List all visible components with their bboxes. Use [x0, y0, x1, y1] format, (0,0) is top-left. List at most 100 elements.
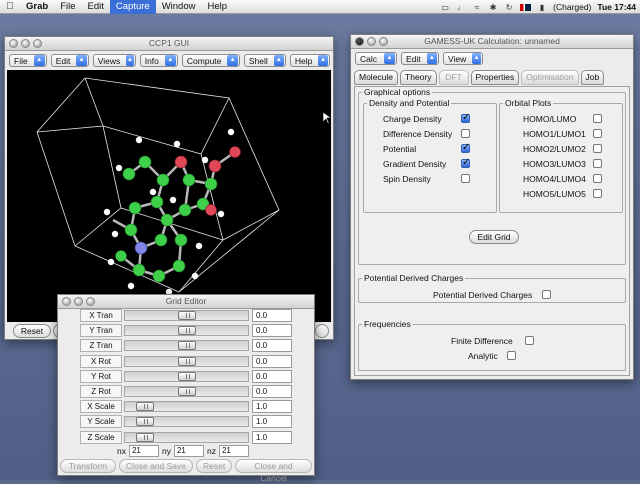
grid-row-value-field[interactable]: 0.0: [252, 354, 292, 368]
nx-input[interactable]: 21: [128, 445, 159, 457]
grid-row-value-field[interactable]: 0.0: [252, 369, 292, 383]
close-button[interactable]: [62, 297, 71, 306]
gamess-edit-menu[interactable]: Edit ▲: [401, 52, 439, 65]
menu-app-name[interactable]: Grab: [20, 0, 54, 14]
slider-thumb[interactable]: [178, 311, 196, 320]
edit-grid-button[interactable]: Edit Grid: [469, 230, 519, 244]
menu-help[interactable]: Help: [201, 0, 233, 14]
grid-row-slider[interactable]: [124, 416, 249, 428]
grid-row-value-field[interactable]: 0.0: [252, 339, 292, 353]
minimize-button[interactable]: [21, 39, 30, 48]
gamess-calc-menu[interactable]: Calc ▲: [355, 52, 397, 65]
grid-row-value-field[interactable]: 0.0: [252, 324, 292, 338]
slider-thumb[interactable]: [178, 387, 196, 396]
ccp1-edit-menu[interactable]: Edit ▲: [50, 54, 89, 67]
ccp1-views-menu[interactable]: Views ▲: [92, 54, 136, 67]
volume-icon[interactable]: ♩: [456, 3, 466, 12]
close-and-cancel-button[interactable]: Close and Cancel: [235, 459, 312, 483]
display-icon[interactable]: ▭: [440, 3, 450, 12]
ny-input[interactable]: 21: [173, 445, 204, 457]
grid-row: Z Tran 0.0: [80, 339, 292, 353]
grid-row-value-field[interactable]: 0.0: [252, 309, 292, 322]
charge-density-checkbox[interactable]: [461, 112, 470, 123]
tab-job[interactable]: Job: [580, 70, 605, 85]
ccp1-file-menu[interactable]: File ▲: [9, 54, 47, 67]
homo5-lumo5-label: HOMO5/LUMO5: [523, 189, 586, 199]
apple-menu-icon[interactable]: : [0, 1, 20, 12]
sync-icon[interactable]: ↻: [504, 3, 514, 12]
menu-edit[interactable]: Edit: [82, 0, 110, 14]
popup-label: Edit: [406, 53, 421, 64]
slider-thumb[interactable]: [178, 356, 196, 366]
slider-thumb[interactable]: [178, 371, 196, 381]
menu-window[interactable]: Window: [156, 0, 202, 14]
ccp1-compute-menu[interactable]: Compute ▲: [181, 54, 240, 67]
popup-label: Help: [294, 55, 313, 66]
homo4-lumo4-label: HOMO4/LUMO4: [523, 174, 586, 184]
tab-molecule[interactable]: Molecule: [354, 70, 399, 85]
input-flag-icon[interactable]: [520, 3, 532, 11]
ccp1-info-menu[interactable]: Info ▲: [139, 54, 178, 67]
grid-row-slider[interactable]: [124, 310, 249, 321]
grid-row-slider[interactable]: [124, 431, 249, 443]
close-and-save-button[interactable]: Close and Save: [119, 459, 193, 473]
gamess-titlebar[interactable]: GAMESS-UK Calculation: unnamed: [351, 35, 633, 49]
slider-thumb[interactable]: [136, 402, 154, 412]
grid-row-slider[interactable]: [124, 355, 249, 367]
grid-row-value-field[interactable]: 1.0: [252, 400, 292, 414]
grid-row-value-field[interactable]: 1.0: [252, 415, 292, 429]
menu-file[interactable]: File: [54, 0, 81, 14]
homo-lumo-checkbox[interactable]: [593, 114, 602, 123]
nz-input[interactable]: 21: [218, 445, 249, 457]
gamess-view-menu[interactable]: View ▲: [443, 52, 483, 65]
tab-theory[interactable]: Theory: [400, 70, 437, 85]
close-button[interactable]: [355, 37, 364, 46]
ccp1-help-menu[interactable]: Help ▲: [289, 54, 330, 67]
zoom-button[interactable]: [33, 39, 42, 48]
bluetooth-icon[interactable]: ✱: [488, 3, 498, 12]
homo4-lumo4-checkbox[interactable]: [593, 174, 602, 183]
zoom-button[interactable]: [86, 297, 95, 306]
wifi-icon[interactable]: ≈: [472, 3, 482, 12]
reset-view-button[interactable]: Reset: [13, 324, 51, 338]
hidden-toolbar-button-right[interactable]: [315, 324, 329, 338]
battery-icon[interactable]: ▮: [537, 3, 547, 12]
difference-density-checkbox[interactable]: [461, 129, 470, 138]
gradient-density-checkbox[interactable]: [461, 157, 470, 168]
minimize-button[interactable]: [74, 297, 83, 306]
grid-row-value-field[interactable]: 1.0: [252, 430, 292, 444]
homo1-lumo1-checkbox[interactable]: [593, 129, 602, 138]
close-button[interactable]: [9, 39, 18, 48]
grid-row-slider[interactable]: [124, 325, 249, 337]
grid-row-slider[interactable]: [124, 340, 249, 352]
grid-row-slider[interactable]: [124, 401, 249, 413]
analytic-checkbox[interactable]: [507, 351, 516, 360]
slider-thumb[interactable]: [178, 341, 196, 351]
grid-row-value-field[interactable]: 0.0: [252, 385, 292, 398]
grid-reset-button[interactable]: Reset: [196, 459, 232, 473]
transform-button[interactable]: Transform: [60, 459, 116, 473]
tab-dft[interactable]: DFT: [438, 70, 469, 85]
potential-checkbox[interactable]: [461, 142, 470, 153]
slider-thumb[interactable]: [178, 326, 196, 336]
slider-thumb[interactable]: [136, 432, 154, 442]
grid-row-slider[interactable]: [124, 386, 249, 397]
ccp1-shell-menu[interactable]: Shell ▲: [243, 54, 286, 67]
pdc-checkbox[interactable]: [542, 290, 551, 299]
tab-optimisation[interactable]: Optimisation: [521, 70, 579, 85]
homo3-lumo3-checkbox[interactable]: [593, 159, 602, 168]
finite-difference-checkbox[interactable]: [525, 336, 534, 345]
homo2-lumo2-checkbox[interactable]: [593, 144, 602, 153]
slider-thumb[interactable]: [136, 417, 154, 427]
minimize-button[interactable]: [367, 37, 376, 46]
menu-clock[interactable]: Tue 17:44: [597, 2, 636, 12]
zoom-button[interactable]: [379, 37, 388, 46]
menu-capture[interactable]: Capture: [109, 0, 156, 14]
homo5-lumo5-checkbox[interactable]: [593, 189, 602, 198]
spin-density-checkbox[interactable]: [461, 174, 470, 183]
molecule-viewer[interactable]: [7, 70, 332, 322]
grid-editor-titlebar[interactable]: Grid Editor: [58, 295, 314, 309]
grid-row-slider[interactable]: [124, 370, 249, 382]
ccp1-titlebar[interactable]: CCP1 GUI: [5, 37, 333, 51]
tab-properties[interactable]: Properties: [470, 70, 520, 85]
